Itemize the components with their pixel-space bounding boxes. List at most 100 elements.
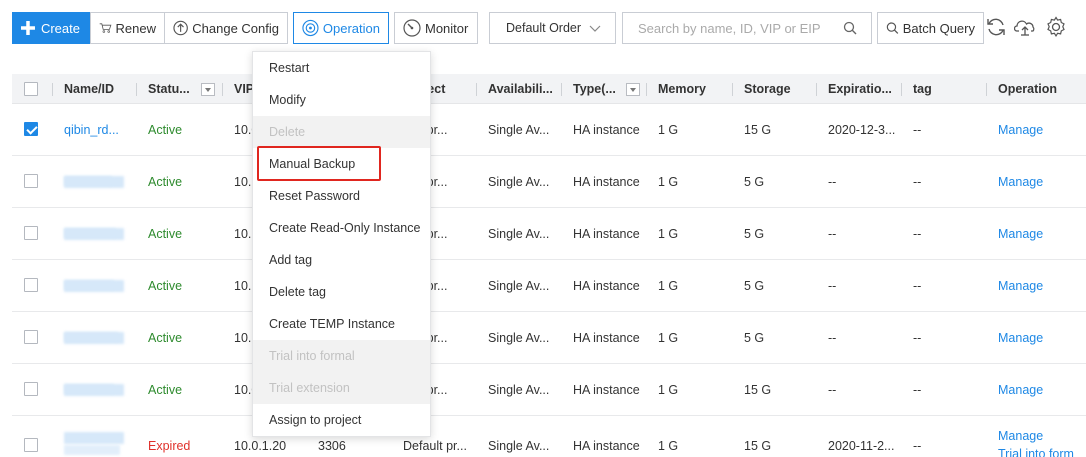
col-type[interactable]: Type(... <box>573 74 623 104</box>
manage-link[interactable]: Manage <box>998 312 1043 364</box>
row-checkbox[interactable] <box>24 438 38 452</box>
cell-type: HA instance <box>573 331 640 345</box>
cell-status: Active <box>148 227 183 241</box>
menu-item-assign-to-project[interactable]: Assign to project <box>253 404 430 436</box>
cell-expiration: 2020-12-3... <box>828 123 896 137</box>
cell-memory: 1 G <box>658 175 679 189</box>
cell-expiration: -- <box>828 279 837 293</box>
col-status[interactable]: Statu... <box>148 74 198 104</box>
cell-memory: 1 G <box>658 383 679 397</box>
row-checkbox[interactable] <box>24 278 38 292</box>
cell-expiration: 2020-11-2... <box>828 439 895 453</box>
manage-link[interactable]: Manage <box>998 156 1043 208</box>
manage-link[interactable]: Manage <box>998 104 1043 156</box>
instance-table: Name/ID Statu... VIP Project Availabili.… <box>12 74 1086 457</box>
cell-tag: -- <box>913 123 922 137</box>
table-header: Name/ID Statu... VIP Project Availabili.… <box>12 74 1086 104</box>
table-row[interactable]: Active10.1ault pr...Single Av...HA insta… <box>12 156 1086 208</box>
table-row[interactable]: Active10.0ault pr...Single Av...HA insta… <box>12 364 1086 416</box>
redacted-id <box>64 280 114 290</box>
export-button[interactable] <box>1013 14 1037 40</box>
renew-button[interactable]: Renew <box>90 12 165 44</box>
row-checkbox[interactable] <box>24 122 38 136</box>
search-input[interactable]: Search by name, ID, VIP or EIP <box>622 12 872 44</box>
settings-icon <box>1047 16 1065 38</box>
table-body: qibin_rd... Active10.0ault pr...Single Av… <box>12 104 1086 457</box>
refresh-button[interactable] <box>984 14 1008 40</box>
monitor-label: Monitor <box>425 20 469 36</box>
main-actions: Renew Change Config <box>90 12 288 44</box>
col-name[interactable]: Name/ID <box>64 74 114 104</box>
menu-item-trial-extension: Trial extension <box>253 372 430 404</box>
col-memory[interactable]: Memory <box>658 74 706 104</box>
cell-storage: 15 G <box>744 383 772 397</box>
menu-item-restart[interactable]: Restart <box>253 52 430 84</box>
monitor-button[interactable]: Monitor <box>394 12 478 44</box>
settings-button[interactable] <box>1044 14 1068 40</box>
cell-tag: -- <box>913 439 922 453</box>
cell-type: HA instance <box>573 175 640 189</box>
batch-query-label: Batch Query <box>902 20 975 36</box>
create-label: Create <box>40 20 80 36</box>
cell-storage: 5 G <box>744 331 765 345</box>
cell-expiration: -- <box>828 383 837 397</box>
change-config-label: Change Config <box>192 20 279 36</box>
col-availability[interactable]: Availabili... <box>488 74 560 104</box>
cell-expiration: -- <box>828 331 837 345</box>
row-checkbox[interactable] <box>24 382 38 396</box>
redacted-id <box>64 332 118 342</box>
operation-button[interactable]: Operation <box>293 12 389 44</box>
cell-type: HA instance <box>573 439 640 453</box>
redacted-id <box>64 176 112 186</box>
operation-icon <box>302 19 319 37</box>
table-row[interactable]: qibin_rd...Active10.0ault pr...Single Av… <box>12 104 1086 156</box>
row-checkbox[interactable] <box>24 330 38 344</box>
cell-tag: -- <box>913 279 922 293</box>
col-expiration[interactable]: Expiratio... <box>828 74 898 104</box>
menu-item-delete: Delete <box>253 116 430 148</box>
redacted-id <box>64 384 114 394</box>
manage-link[interactable]: Manage <box>998 260 1043 312</box>
menu-item-create-read-only-instance[interactable]: Create Read-Only Instance <box>253 212 430 244</box>
cell-tag: -- <box>913 383 922 397</box>
menu-item-create-temp-instance[interactable]: Create TEMP Instance <box>253 308 430 340</box>
cell-storage: 5 G <box>744 279 765 293</box>
cell-status: Active <box>148 279 183 293</box>
col-tag[interactable]: tag <box>913 74 932 104</box>
table-row[interactable]: Active10.1ault pr...Single Av...HA insta… <box>12 260 1086 312</box>
order-select[interactable]: Default Order <box>489 12 616 44</box>
cell-expiration: -- <box>828 227 837 241</box>
table-row[interactable]: Active10.1ault pr...Single Av...HA insta… <box>12 312 1086 364</box>
trial-into-formal-link[interactable]: Trial into form <box>998 444 1086 457</box>
menu-item-reset-password[interactable]: Reset Password <box>253 180 430 212</box>
operation-label: Operation <box>322 20 380 36</box>
cell-availability: Single Av... <box>488 279 550 293</box>
cell-tag: -- <box>913 227 922 241</box>
cart-icon <box>99 23 112 33</box>
create-button[interactable]: Create <box>12 12 91 44</box>
cell-expiration: -- <box>828 175 837 189</box>
table-row[interactable]: Expired 10.0.1.20 3306 Default pr... Single … <box>12 416 1086 457</box>
manage-link[interactable]: Manage <box>998 208 1043 260</box>
select-all-checkbox[interactable] <box>24 82 38 96</box>
type-filter-icon[interactable] <box>626 83 640 96</box>
menu-item-delete-tag[interactable]: Delete tag <box>253 276 430 308</box>
row-checkbox[interactable] <box>24 226 38 240</box>
menu-item-add-tag[interactable]: Add tag <box>253 244 430 276</box>
monitor-icon <box>403 19 421 37</box>
row-checkbox[interactable] <box>24 174 38 188</box>
cell-availability: Single Av... <box>488 175 550 189</box>
table-row[interactable]: Active10.1ault pr...Single Av...HA insta… <box>12 208 1086 260</box>
cell-availability: Single Av... <box>488 383 550 397</box>
cell-status: Active <box>148 331 183 345</box>
manage-link[interactable]: Manage <box>998 364 1043 416</box>
status-filter-icon[interactable] <box>201 83 215 96</box>
batch-query-button[interactable]: Batch Query <box>877 12 984 44</box>
menu-item-modify[interactable]: Modify <box>253 84 430 116</box>
cell-type: HA instance <box>573 123 640 137</box>
search-icon <box>886 22 899 34</box>
search-icon[interactable] <box>843 21 857 35</box>
change-config-button[interactable]: Change Config <box>164 12 288 44</box>
col-storage[interactable]: Storage <box>744 74 791 104</box>
cell-name[interactable]: qibin_rd... <box>64 104 119 156</box>
